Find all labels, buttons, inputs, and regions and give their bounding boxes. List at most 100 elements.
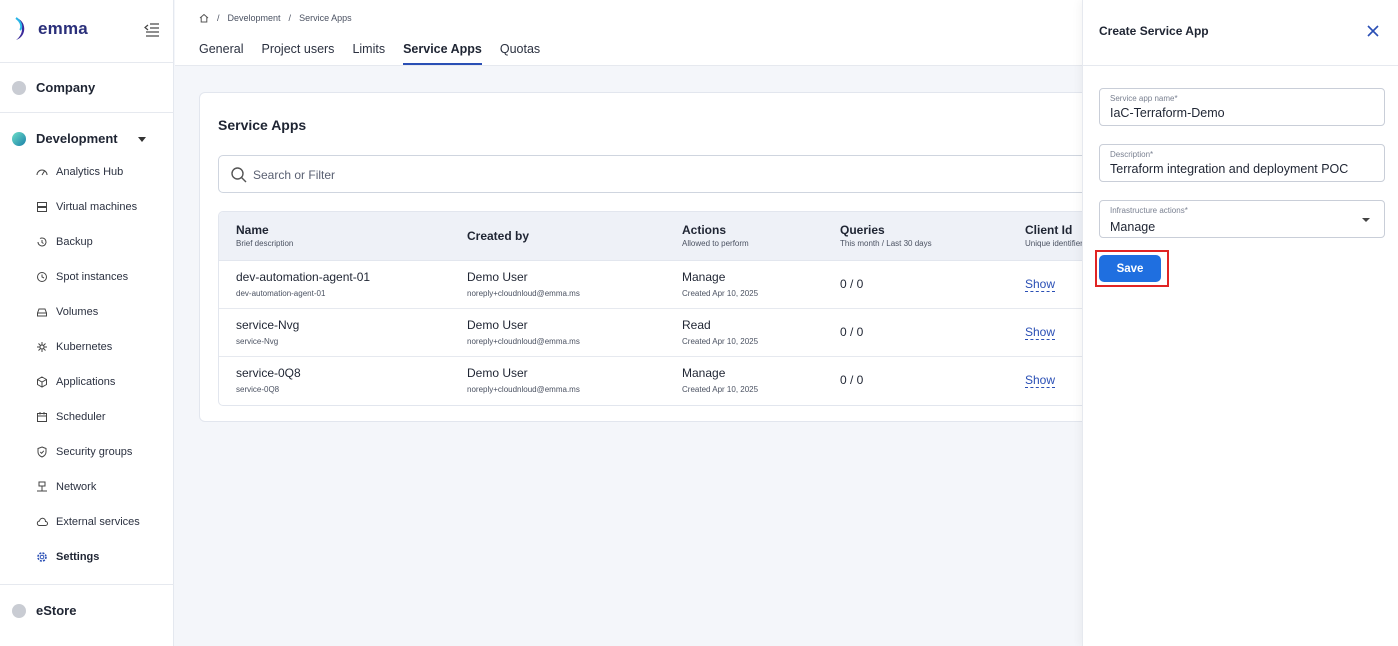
column-header-queries: Queries [840, 223, 885, 237]
column-header-client-id: Client Id [1025, 223, 1073, 237]
field-label: Description* [1110, 150, 1154, 159]
tab-project-users[interactable]: Project users [261, 42, 334, 65]
search-input[interactable] [253, 165, 853, 185]
search-box [218, 155, 1103, 193]
sidebar-item-spot-instances[interactable]: Spot instances [36, 269, 128, 285]
description-input[interactable]: Terraform integration and deployment POC [1110, 162, 1348, 176]
org-development[interactable]: Development [12, 131, 118, 146]
org-company-label: Company [36, 80, 96, 95]
create-service-app-drawer: Create Service App Service app name* IaC… [1082, 0, 1398, 646]
org-company[interactable]: Company [12, 80, 95, 95]
sidebar-item-security-groups[interactable]: Security groups [36, 444, 132, 460]
brand-logo[interactable]: emma [12, 16, 88, 42]
description-field[interactable]: Description* Terraform integration and d… [1099, 144, 1385, 182]
infrastructure-actions-value: Manage [1110, 220, 1156, 234]
sidebar-item-label: Network [56, 481, 97, 493]
sidebar-item-scheduler[interactable]: Scheduler [36, 409, 106, 425]
tab-bar: General Project users Limits Service App… [199, 42, 540, 65]
tab-general[interactable]: General [199, 42, 243, 65]
breadcrumb-separator: / [288, 13, 292, 23]
sidebar-item-analytics-hub[interactable]: Analytics Hub [36, 164, 123, 180]
column-subheader-name: Brief description [236, 239, 294, 248]
row-created-by-email: noreply+cloudnloud@emma.ms [467, 385, 580, 394]
sidebar-item-backup[interactable]: Backup [36, 234, 93, 250]
backup-icon [37, 237, 47, 247]
column-header-actions: Actions [682, 223, 727, 237]
page-header: / Development / Service Apps General Pro… [175, 0, 1082, 66]
row-created-by-email: noreply+cloudnloud@emma.ms [467, 289, 580, 298]
drawer-title: Create Service App [1099, 24, 1209, 38]
row-queries: 0 / 0 [840, 325, 864, 339]
sidebar-item-network[interactable]: Network [36, 479, 96, 495]
clock-icon [37, 272, 47, 282]
cloud-icon [36, 517, 48, 526]
field-label: Service app name* [1110, 94, 1178, 103]
show-client-id-link[interactable]: Show [1025, 325, 1056, 340]
sidebar-item-label: Spot instances [56, 271, 129, 283]
row-name: service-0Q8 [236, 366, 301, 380]
breadcrumb-separator: / [217, 13, 220, 23]
company-avatar-icon [12, 80, 26, 95]
box-icon [37, 376, 47, 388]
table-row[interactable]: service-0Q8 service-0Q8 Demo User norepl… [219, 357, 1103, 405]
show-client-id-link[interactable]: Show [1025, 373, 1056, 388]
tab-limits[interactable]: Limits [352, 42, 385, 65]
service-app-name-field[interactable]: Service app name* IaC-Terraform-Demo [1099, 88, 1385, 126]
kubernetes-icon [37, 342, 47, 352]
sidebar-item-label: Volumes [56, 306, 99, 318]
sidebar-item-volumes[interactable]: Volumes [36, 304, 98, 320]
column-subheader-actions: Allowed to perform [682, 239, 749, 248]
service-apps-card: Service Apps Name Brief description Crea… [199, 92, 1104, 422]
column-subheader-client-id: Unique identifier [1025, 239, 1083, 248]
infrastructure-actions-select[interactable]: Infrastructure actions* Manage [1099, 200, 1385, 238]
service-apps-table: Name Brief description Created by Action… [218, 211, 1103, 406]
row-description: service-0Q8 [236, 385, 280, 394]
row-created-date: Created Apr 10, 2025 [682, 289, 759, 298]
search-icon [231, 167, 247, 183]
page-title: Service Apps [218, 117, 307, 133]
row-description: dev-automation-agent-01 [236, 289, 326, 298]
column-subheader-queries: This month / Last 30 days [840, 239, 932, 248]
org-development-label: Development [36, 131, 118, 146]
sidebar-divider [0, 584, 174, 585]
row-created-by: Demo User [467, 318, 528, 332]
sidebar-item-virtual-machines[interactable]: Virtual machines [36, 199, 137, 215]
tab-quotas[interactable]: Quotas [500, 42, 540, 65]
sidebar-item-external-services[interactable]: External services [36, 514, 140, 530]
row-created-date: Created Apr 10, 2025 [682, 337, 759, 346]
sidebar-item-label: Scheduler [56, 411, 106, 423]
table-row[interactable]: dev-automation-agent-01 dev-automation-a… [219, 261, 1103, 309]
drawer-header: Create Service App [1083, 0, 1398, 66]
close-icon[interactable] [1365, 23, 1381, 39]
breadcrumb-item-service-apps: Service Apps [299, 13, 352, 23]
row-created-by: Demo User [467, 270, 528, 284]
table-header: Name Brief description Created by Action… [219, 212, 1103, 261]
home-icon[interactable] [199, 13, 209, 23]
tab-service-apps[interactable]: Service Apps [403, 42, 482, 65]
sidebar-item-label: Settings [56, 551, 100, 563]
chevron-down-icon[interactable] [138, 137, 146, 142]
sidebar-item-label: Applications [56, 376, 116, 388]
sidebar-divider [0, 112, 174, 113]
sidebar-item-label: Analytics Hub [56, 166, 124, 178]
shield-icon [37, 446, 47, 458]
sidebar-item-settings[interactable]: Settings [36, 549, 99, 565]
chevron-down-icon[interactable] [1362, 218, 1370, 222]
org-estore[interactable]: eStore [12, 603, 76, 618]
sidebar-item-label: Backup [56, 236, 93, 248]
service-app-name-input[interactable]: IaC-Terraform-Demo [1110, 106, 1225, 120]
column-header-created-by: Created by [467, 229, 530, 243]
sidebar-item-label: External services [56, 516, 140, 528]
sidebar-item-kubernetes[interactable]: Kubernetes [36, 339, 112, 355]
collapse-sidebar-icon[interactable] [144, 22, 160, 38]
save-button[interactable]: Save [1099, 255, 1161, 282]
breadcrumb-item-development[interactable]: Development [228, 13, 281, 23]
row-queries: 0 / 0 [840, 277, 864, 291]
sidebar-item-applications[interactable]: Applications [36, 374, 115, 390]
show-client-id-link[interactable]: Show [1025, 277, 1056, 292]
row-action: Manage [682, 270, 726, 284]
gear-icon [37, 552, 47, 562]
volume-icon [37, 308, 47, 317]
table-row[interactable]: service-Nvg service-Nvg Demo User norepl… [219, 309, 1103, 357]
row-queries: 0 / 0 [840, 373, 864, 387]
